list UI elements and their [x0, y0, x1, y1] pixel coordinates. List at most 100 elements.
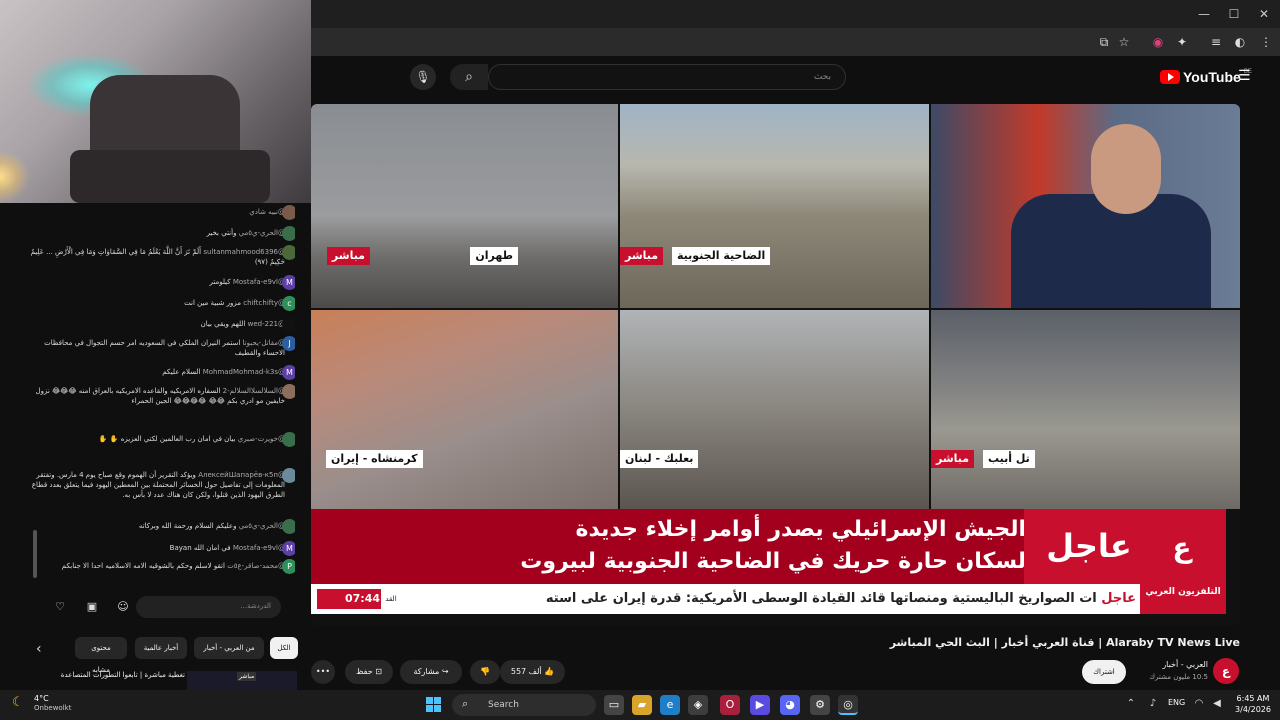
alaraby-logo-icon: ع — [1172, 531, 1192, 564]
kebab-menu-icon[interactable]: ⋮ — [1256, 33, 1276, 51]
volume-icon[interactable]: ◀ — [1210, 697, 1224, 711]
file-explorer-icon[interactable]: ▰ — [632, 695, 652, 715]
chip-from-channel[interactable]: من العربي - أخبار — [194, 637, 264, 659]
app-icon[interactable]: ⚙ — [810, 695, 830, 715]
chat-text: اتقو لاسلم وحكم بالشوقيه الامه الاسلاميه… — [61, 562, 225, 570]
channel-logo: ع التلفزيون العربي — [1140, 509, 1226, 614]
chat-author: @АлексейШапарёв-к5п — [198, 471, 285, 479]
extension-icon[interactable]: ◉ — [1148, 33, 1168, 51]
taskbar-search-icon: ⌕ — [462, 697, 469, 710]
more-actions-button[interactable]: ••• — [311, 660, 335, 684]
ticker-breaking-label: عاجل — [1101, 591, 1136, 606]
chat-message: @wed-221 اللهم ويقي بيان — [30, 317, 295, 332]
voice-search-icon[interactable]: 🎙 — [410, 64, 436, 90]
chat-author: @الحري-ي٥مي — [238, 522, 285, 530]
opera-icon[interactable]: O — [720, 695, 740, 715]
breaking-news-ticker: الجيش الإسرائيلي يصدر أوامر إخلاء جديدة … — [311, 509, 1240, 626]
search-icon[interactable]: ⌕ — [450, 64, 488, 90]
search-input[interactable]: بحث — [488, 64, 846, 90]
profile-icon[interactable]: ◐ — [1230, 33, 1250, 51]
media-player-icon[interactable]: ▶ — [750, 695, 770, 715]
minimize-button[interactable]: — — [1190, 4, 1218, 24]
emoji-icon[interactable]: ☺ — [115, 599, 131, 615]
microphone-tray-icon[interactable]: ♪ — [1146, 697, 1160, 711]
chat-text: اللهم ويقي بيان — [200, 320, 246, 328]
save-button[interactable]: حفظ ⊡ — [345, 660, 393, 684]
save-label: حفظ — [356, 667, 373, 676]
chat-message: @Mostafa-e9vl كيلومتر M — [30, 275, 295, 290]
video-cell-baalbek: بعلبك - لبنان — [620, 310, 929, 509]
heart-icon[interactable]: ♡ — [52, 599, 68, 615]
breaking-label: عاجل — [1024, 509, 1154, 584]
video-cell-studio — [931, 104, 1240, 308]
like-count: 557 ألف — [510, 667, 542, 676]
puzzle-icon[interactable]: ✦ — [1172, 33, 1192, 51]
tray-chevron-up-icon[interactable]: ⌃ — [1124, 697, 1138, 711]
store-icon[interactable]: ◈ — [688, 695, 708, 715]
discord-icon[interactable]: ◕ — [780, 695, 800, 715]
channel-avatar[interactable]: ع — [1213, 658, 1239, 684]
reading-list-icon[interactable]: ≡ — [1206, 33, 1226, 51]
upnext-title[interactable]: تغطية مباشرة | تابعوا التطورات المتصاعدة — [40, 670, 185, 680]
input-language[interactable]: ENG — [1168, 698, 1185, 707]
maximize-button[interactable]: ☐ — [1220, 4, 1248, 24]
super-chat-icon[interactable]: ▣ — [84, 599, 100, 615]
chat-author: @wed-221 — [247, 320, 285, 328]
chevron-left-icon[interactable]: ‹ — [36, 640, 54, 658]
weather-description[interactable]: Onbewolkt — [34, 704, 71, 712]
headline-line-1: الجيش الإسرائيلي يصدر أوامر إخلاء جديدة — [575, 517, 1026, 542]
chat-text: وأنتي بخير — [206, 229, 237, 237]
youtube-play-icon — [1160, 70, 1180, 84]
edge-icon[interactable]: e — [660, 695, 680, 715]
chat-author: @محمد-صاقر-ع٥ت — [227, 562, 285, 570]
chat-avatar — [282, 519, 295, 534]
weather-temperature[interactable]: 4°C — [34, 694, 49, 703]
task-view-icon[interactable]: ▭ — [604, 695, 624, 715]
windows-start-icon[interactable] — [426, 697, 442, 713]
share-icon: ↪ — [441, 667, 449, 676]
chat-author: @مقاتل-يحبوتا — [242, 339, 285, 347]
live-label: مباشر — [931, 450, 975, 468]
chat-author: @chiftchifty — [243, 299, 285, 307]
city-label: الضاحية الجنوبية — [672, 247, 771, 265]
close-button[interactable]: ✕ — [1250, 4, 1278, 24]
chip-similar[interactable]: محتوى مشابه — [75, 637, 127, 674]
chat-message: @Mostafa-e9vl في امان الله Bayan M — [30, 541, 295, 556]
chat-message: @الحري-ي٥مي وأنتي بخير — [30, 226, 295, 241]
video-cell-kermanshah: كرمنشاه - إيران — [311, 310, 618, 509]
chat-avatar — [282, 317, 295, 332]
chat-avatar — [282, 245, 295, 260]
chrome-icon[interactable]: ◎ — [838, 695, 858, 715]
chip-world-news[interactable]: أخبار عالمية — [135, 637, 187, 659]
chat-input[interactable]: الدردشة... — [136, 596, 281, 618]
chat-avatar: c — [282, 296, 295, 311]
chip-all[interactable]: الكل — [270, 637, 298, 659]
broadcast-clock: 07:44 — [341, 589, 385, 609]
cast-icon[interactable]: ⧉ — [1094, 33, 1114, 51]
chat-author: @Mostafa-e9vl — [232, 544, 285, 552]
taskbar-time[interactable]: 6:45 AM — [1232, 694, 1274, 703]
chat-message: @sultanmahmood6396 أَلَمْ تَرَ أَنَّ الل… — [30, 245, 295, 267]
share-button[interactable]: مشاركة ↪ — [400, 660, 462, 684]
live-label: مباشر — [620, 247, 664, 265]
taskbar-date[interactable]: 3/4/2026 — [1232, 705, 1274, 714]
presenter-head — [1091, 124, 1161, 214]
chat-scrollbar[interactable] — [33, 530, 37, 578]
wifi-icon[interactable]: ◠ — [1192, 697, 1206, 711]
video-player[interactable]: طهران مباشر الضاحية الجنوبية مباشر كرمنش… — [311, 104, 1240, 626]
chat-message: @نبيه شادي — [30, 205, 295, 220]
ticker-headline: ات الصواريخ الباليستية ومنصاتها قائد الق… — [545, 591, 1097, 606]
chat-avatar: M — [282, 275, 295, 290]
chat-avatar — [282, 384, 295, 399]
chat-avatar: M — [282, 541, 295, 556]
chat-author: @Mostafa-e9vl — [232, 278, 285, 286]
video-cell-dahieh: الضاحية الجنوبية مباشر — [620, 104, 929, 308]
chat-avatar: P — [282, 559, 295, 574]
bookmark-star-icon[interactable]: ☆ — [1114, 33, 1134, 51]
dislike-button[interactable]: 👎 — [470, 660, 500, 684]
subscribe-button[interactable]: اشتراك — [1082, 660, 1126, 684]
city-label: تل أبيب — [983, 450, 1035, 468]
weather-moon-icon[interactable]: ☾ — [12, 695, 28, 711]
hamburger-menu-icon[interactable]: ☰ — [1238, 68, 1254, 84]
like-button[interactable]: 557 ألف 👍 — [500, 660, 565, 684]
